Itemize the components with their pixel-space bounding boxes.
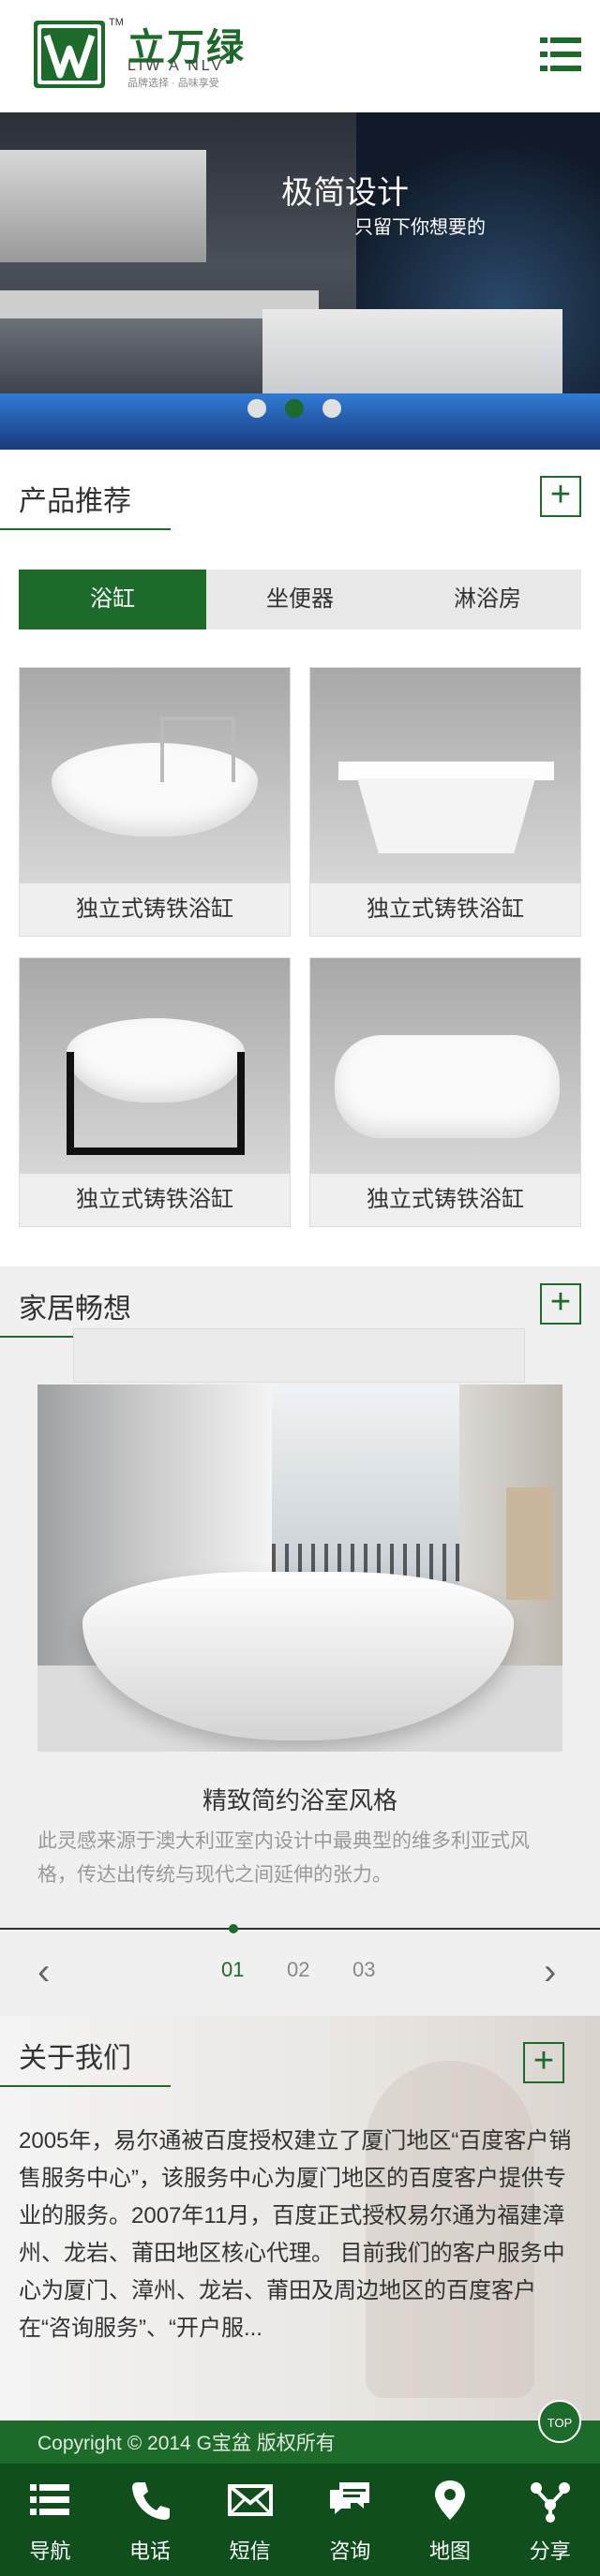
tab-bathtub[interactable]: 浴缸 — [19, 570, 206, 629]
product-card[interactable]: 独立式铸铁浴缸 — [309, 667, 581, 937]
nav-label: 导航 — [29, 2539, 71, 2563]
product-image — [20, 668, 290, 883]
hamburger-icon — [540, 37, 581, 71]
nav-item-consult[interactable]: 咨询 — [300, 2464, 400, 2576]
banner-dot[interactable] — [248, 399, 266, 418]
product-card[interactable]: 独立式铸铁浴缸 — [19, 957, 291, 1227]
map-pin-icon — [400, 2477, 501, 2533]
site-header: TM 立万绿 LIW A NLV 品牌选择 · 品味享受 — [0, 0, 600, 112]
nav-item-guide[interactable]: 导航 — [0, 2464, 100, 2576]
nav-label: 咨询 — [329, 2539, 371, 2563]
ideas-title: 精致简约浴室风格 — [202, 1786, 398, 1814]
brand-name-en: LIW A NLV — [128, 58, 225, 74]
ideas-section-title: 家居畅想 — [19, 1294, 131, 1325]
banner-dot[interactable] — [322, 399, 341, 418]
menu-button[interactable] — [540, 36, 581, 73]
share-icon — [500, 2477, 600, 2533]
product-image — [310, 958, 580, 1174]
ideas-pager: ‹ 01 02 03 › — [0, 1948, 600, 1995]
nav-item-sms[interactable]: 短信 — [200, 2464, 300, 2576]
products-section-header: 产品推荐 + — [0, 459, 600, 543]
nav-label: 短信 — [229, 2539, 271, 2563]
product-label: 独立式铸铁浴缸 — [20, 1174, 290, 1226]
tab-shower[interactable]: 淋浴房 — [394, 570, 581, 629]
ideas-description: 此灵感来源于澳大利亚室内设计中最典型的维多利亚式风格，传达出传统与现代之间延伸的… — [38, 1830, 530, 1886]
products-section-title: 产品推荐 — [19, 486, 131, 517]
banner-subtitle: 只留下你想要的 — [354, 217, 486, 238]
nav-item-phone[interactable]: 电话 — [100, 2464, 201, 2576]
list-icon — [0, 2477, 100, 2533]
banner-cabinet — [0, 150, 206, 262]
chat-icon — [300, 2477, 400, 2533]
ideas-card-stack — [73, 1328, 525, 1383]
banner-pagination — [248, 399, 341, 418]
product-label: 独立式铸铁浴缸 — [20, 883, 290, 936]
banner-title: 极简设计 — [281, 175, 409, 211]
product-label: 独立式铸铁浴缸 — [310, 883, 580, 936]
phone-icon — [100, 2477, 201, 2533]
nav-label: 电话 — [129, 2539, 172, 2563]
products-more-button[interactable]: + — [540, 476, 581, 517]
product-label: 独立式铸铁浴缸 — [310, 1174, 580, 1226]
tab-toilet[interactable]: 坐便器 — [206, 570, 394, 629]
page-number-active[interactable]: 01 — [221, 1958, 244, 1982]
nav-label: 分享 — [529, 2539, 571, 2563]
next-arrow-icon[interactable]: › — [544, 1948, 556, 1995]
page-number[interactable]: 03 — [352, 1958, 375, 1982]
nav-item-share[interactable]: 分享 — [500, 2464, 600, 2576]
nav-label: 地图 — [429, 2539, 472, 2563]
about-section-title: 关于我们 — [19, 2043, 131, 2074]
banner-dot-active[interactable] — [285, 399, 304, 418]
brand-slogan: 品牌选择 · 品味享受 — [128, 78, 219, 89]
about-more-button[interactable]: + — [523, 2042, 564, 2083]
logo-mark-icon[interactable] — [34, 21, 105, 88]
back-to-top-button[interactable]: TOP — [538, 2400, 581, 2443]
product-card[interactable]: 独立式铸铁浴缸 — [19, 667, 291, 937]
about-text: 2005年，易尔通被百度授权建立了厦门地区“百度客户销售服务中心”，该服务中心为… — [19, 2128, 572, 2341]
section-underline — [0, 528, 171, 530]
bottom-nav: 导航 电话 短信 咨询 地图 分享 — [0, 2464, 600, 2576]
about-section-header: 关于我们 + — [0, 2016, 600, 2100]
nav-item-map[interactable]: 地图 — [400, 2464, 501, 2576]
copyright-text: Copyright © 2014 G宝盆 版权所有 — [38, 2433, 336, 2454]
logo-trademark: TM — [109, 17, 124, 28]
product-card[interactable]: 独立式铸铁浴缸 — [309, 957, 581, 1227]
ideas-divider — [0, 1928, 600, 1930]
ideas-towel — [506, 1488, 553, 1600]
product-tabs: 浴缸 坐便器 淋浴房 — [19, 570, 581, 629]
mail-icon — [200, 2477, 300, 2533]
product-image — [20, 958, 290, 1174]
section-underline — [0, 2085, 171, 2087]
banner-lower-cabinet — [0, 318, 281, 403]
prev-arrow-icon[interactable]: ‹ — [38, 1948, 50, 1995]
product-image — [310, 668, 580, 883]
ideas-more-button[interactable]: + — [540, 1283, 581, 1325]
page-number[interactable]: 02 — [287, 1958, 309, 1982]
hero-banner[interactable]: 极简设计 只留下你想要的 — [0, 112, 600, 450]
ideas-image[interactable] — [38, 1384, 562, 1752]
ideas-divider-dot — [229, 1924, 238, 1933]
